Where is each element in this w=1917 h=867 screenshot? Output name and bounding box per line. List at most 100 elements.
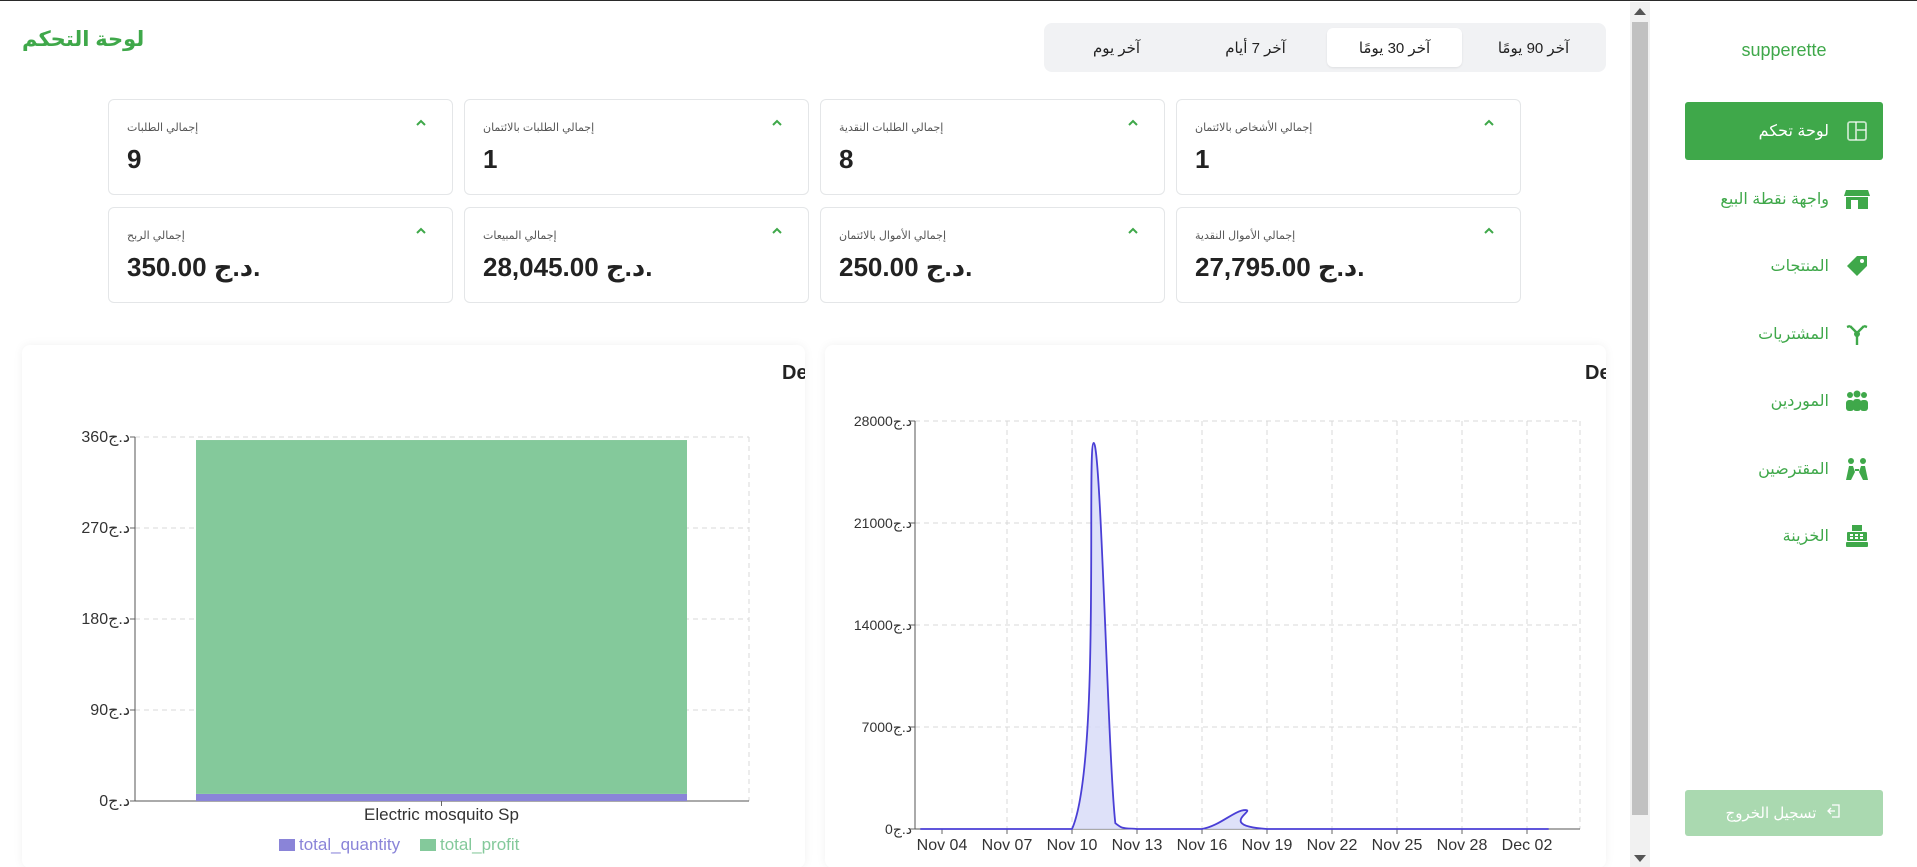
x-tick-label: Electric mosquito Sp <box>364 805 519 824</box>
legend-swatch-quantity <box>279 839 295 851</box>
chart-title: المبيعات من Dec 02 2024 — Nov 03 2024 <box>1585 362 1606 384</box>
date-range-tabs: آخر 90 يومًا آخر 30 يومًا آخر 7 أيام آخر… <box>1044 23 1606 72</box>
legend-label-quantity: total_quantity <box>299 835 401 854</box>
sidebar-nav: لوحة تحكم واجهة نقطة البيع المنتجات المشتري… <box>1685 102 1883 575</box>
page-scrollbar[interactable] <box>1630 2 1650 867</box>
stat-card: إجمالي المبيعات 28,045.00 د.ج. <box>464 207 809 303</box>
y-tick-label: 28000د.ج <box>854 413 912 430</box>
sidebar-item-3[interactable]: المشتريات <box>1685 305 1883 363</box>
stat-card: إجمالي الأموال النقدية 27,795.00 د.ج. <box>1176 207 1521 303</box>
bar-total-profit <box>196 440 687 794</box>
stat-label: إجمالي الأشخاص بالائتمان <box>1195 122 1313 134</box>
stat-label: إجمالي الأموال النقدية <box>1195 230 1296 242</box>
x-tick-label: Nov 28 <box>1437 837 1488 854</box>
sidebar-item-0[interactable]: لوحة تحكم <box>1685 102 1883 160</box>
sidebar-item-label: المقترضين <box>1758 460 1829 478</box>
x-tick-label: Nov 04 <box>917 837 968 854</box>
stat-label: إجمالي الربح <box>127 230 185 242</box>
stat-value: 28,045.00 د.ج. <box>483 252 653 282</box>
stat-label: إجمالي الطلبات بالائتمان <box>483 122 595 134</box>
y-tick-label: 21000د.ج <box>854 515 912 532</box>
tab-last-30-days[interactable]: آخر 30 يومًا <box>1327 28 1462 67</box>
stat-card: إجمالي الطلبات 9 <box>108 99 453 195</box>
chevron-up-icon <box>1482 224 1496 238</box>
legend-swatch-profit <box>420 839 436 851</box>
x-tick-label: Nov 07 <box>982 837 1033 854</box>
y-tick-label: 7000د.ج <box>862 719 912 736</box>
page-title: لوحة التحكم <box>22 28 145 51</box>
x-tick-label: Dec 02 <box>1502 837 1553 854</box>
tag-icon <box>1843 252 1871 280</box>
main-content: لوحة التحكم آخر 90 يومًا آخر 30 يومًا آخ… <box>0 1 1917 867</box>
suppliers-icon <box>1843 387 1871 415</box>
stat-value: 350.00 د.ج. <box>127 252 261 282</box>
sidebar-item-label: الخزينة <box>1782 528 1829 545</box>
chevron-up-icon <box>1482 116 1496 130</box>
stat-value: 1 <box>483 144 498 174</box>
sales-chart: المبيعات من Dec 02 2024 — Nov 03 2024 0د.… <box>854 362 1917 854</box>
chevron-up-icon <box>1126 116 1140 130</box>
y-tick-label: 180د.ج <box>81 611 130 629</box>
x-tick-label: Nov 19 <box>1242 837 1293 854</box>
y-tick-label: 270د.ج <box>81 520 130 538</box>
sales-line <box>920 441 1549 830</box>
stat-card: إجمالي الأشخاص بالائتمان 1 <box>1176 99 1521 195</box>
stat-value: 27,795.00 د.ج. <box>1195 252 1365 282</box>
cash-register-icon <box>1843 522 1871 550</box>
y-tick-label: 0د.ج <box>885 821 912 838</box>
logout-label: تسجيل الخروج <box>1725 805 1817 822</box>
logout-button[interactable]: تسجيل الخروج <box>1685 790 1883 836</box>
stat-card: إجمالي الأموال بالائتمان 250.00 د.ج. <box>820 207 1165 303</box>
stat-card: إجمالي الطلبات بالائتمان 1 <box>464 99 809 195</box>
stat-label: إجمالي الطلبات النقدية <box>839 122 944 134</box>
x-tick-label: Nov 16 <box>1177 837 1228 854</box>
tab-last-day[interactable]: آخر يوم <box>1049 28 1184 67</box>
y-tick-label: 360د.ج <box>81 429 130 447</box>
chevron-up-icon <box>414 224 428 238</box>
sidebar-item-4[interactable]: الموردين <box>1685 372 1883 430</box>
sidebar: supperette لوحة تحكم واجهة نقطة البيع المن… <box>1651 2 1917 867</box>
scroll-down-icon[interactable] <box>1634 855 1646 862</box>
stat-value: 250.00 د.ج. <box>839 252 973 282</box>
y-tick-label: 0د.ج <box>99 793 130 811</box>
x-tick-label: Nov 10 <box>1047 837 1098 854</box>
logout-icon <box>1826 803 1842 823</box>
stat-label: إجمالي الأموال بالائتمان <box>839 230 947 242</box>
x-tick-label: Nov 25 <box>1372 837 1423 854</box>
sidebar-item-label: لوحة تحكم <box>1758 123 1829 140</box>
chevron-up-icon <box>414 116 428 130</box>
sidebar-item-1[interactable]: واجهة نقطة البيع <box>1685 170 1883 228</box>
brand-name: supperette <box>1741 40 1827 60</box>
chevron-up-icon <box>770 224 784 238</box>
scroll-thumb[interactable] <box>1632 22 1648 815</box>
y-tick-label: 14000د.ج <box>854 617 912 634</box>
top-products-chart: المنتجات الأكثر مبيعاً Dec 02 2024 — Nov… <box>81 358 1247 854</box>
sidebar-item-label: المنتجات <box>1770 258 1830 275</box>
sidebar-item-5[interactable]: المقترضين <box>1685 440 1883 498</box>
sidebar-item-2[interactable]: المنتجات <box>1685 237 1883 295</box>
stat-label: إجمالي الطلبات <box>127 122 199 134</box>
sales-area-fill <box>920 442 1549 829</box>
purchases-icon <box>1843 320 1871 348</box>
chevron-up-icon <box>770 116 784 130</box>
stat-label: إجمالي المبيعات <box>483 230 557 242</box>
borrowers-icon <box>1843 455 1871 483</box>
stats-grid: إجمالي الأشخاص بالائتمان 1 إجمالي الطلبات … <box>108 99 1521 303</box>
y-tick-label: 90د.ج <box>90 702 130 720</box>
sidebar-item-label: الموردين <box>1770 393 1829 410</box>
stat-value: 1 <box>1195 144 1210 174</box>
sidebar-item-label: المشتريات <box>1758 325 1829 343</box>
top-products-panel: المنتجات الأكثر مبيعاً Dec 02 2024 — Nov… <box>22 345 1248 867</box>
sidebar-item-6[interactable]: الخزينة <box>1685 507 1883 565</box>
scroll-up-icon[interactable] <box>1634 8 1646 15</box>
bar-total-quantity <box>196 793 687 801</box>
stat-value: 8 <box>839 144 854 174</box>
chart-title: المنتجات الأكثر مبيعاً Dec 02 2024 — Nov… <box>782 358 805 384</box>
sales-chart-panel: المبيعات من Dec 02 2024 — Nov 03 2024 0د.… <box>825 345 1917 867</box>
x-tick-label: Nov 22 <box>1307 837 1358 854</box>
sidebar-item-label: واجهة نقطة البيع <box>1720 190 1829 208</box>
tab-last-90-days[interactable]: آخر 90 يومًا <box>1466 28 1601 67</box>
tab-last-7-days[interactable]: آخر 7 أيام <box>1188 28 1323 67</box>
store-icon <box>1843 185 1871 213</box>
stat-card: إجمالي الربح 350.00 د.ج. <box>108 207 453 303</box>
